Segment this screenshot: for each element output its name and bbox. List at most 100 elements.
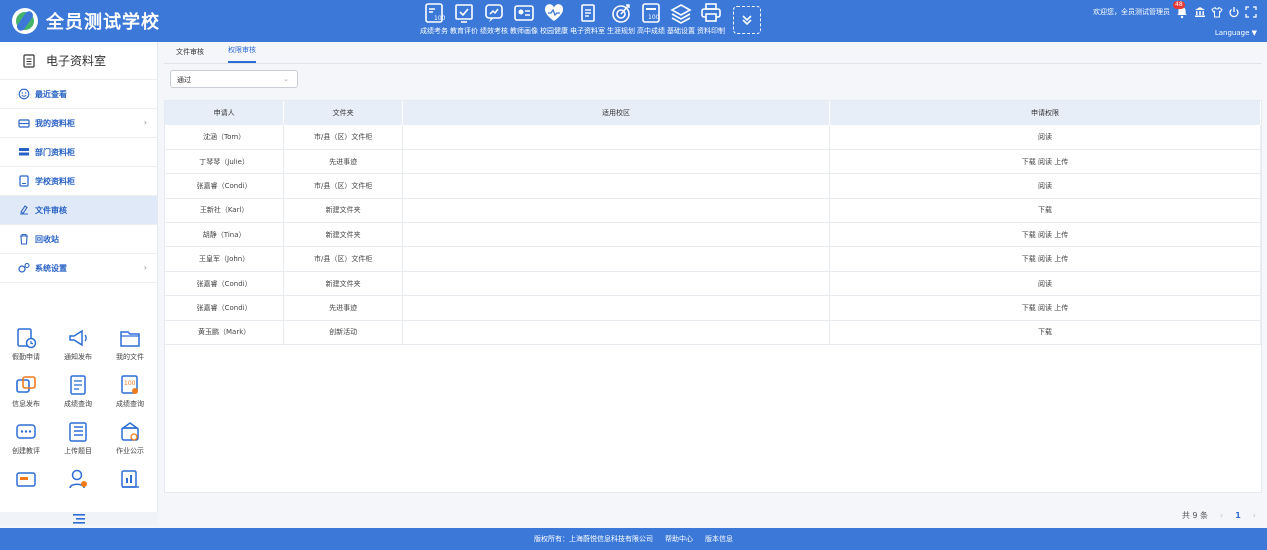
- nav-item-7[interactable]: 100 高中成绩: [637, 2, 665, 36]
- nav-item-5[interactable]: 电子资料室: [570, 2, 605, 36]
- quick-app-6[interactable]: 创建教评: [0, 421, 52, 456]
- next-page-button[interactable]: ›: [1253, 511, 1256, 520]
- notification-button[interactable]: 48: [1173, 1, 1189, 19]
- trash-icon: [18, 233, 30, 245]
- table-cell: 下载 阅读 上传: [829, 149, 1261, 175]
- nav-more-button[interactable]: [733, 6, 761, 34]
- table-cell: 丁琴琴（Julie）: [165, 149, 285, 175]
- quick-app-1[interactable]: 通知发布: [52, 327, 104, 362]
- nav-item-9[interactable]: 资料印制: [697, 2, 725, 36]
- table-cell: 下载 阅读 上传: [829, 222, 1261, 248]
- table-row[interactable]: 王新社（Karl） 新建文件夹 下载: [165, 198, 1261, 224]
- quick-app-3[interactable]: 信息发布: [0, 374, 52, 409]
- table-row[interactable]: 张嘉睿（Condi） 先进事迹 下载 阅读 上传: [165, 295, 1261, 321]
- nav-item-6[interactable]: 生涯规划: [607, 2, 635, 36]
- printer-icon: [700, 2, 722, 24]
- logo-icon: [12, 8, 38, 34]
- table-cell: 张嘉睿（Condi）: [165, 173, 285, 199]
- prev-page-button[interactable]: ‹: [1220, 511, 1223, 520]
- top-nav: 100 成绩考务 教育评价 绩效考核 教师画像 校园健康 电子资料室 生涯规划 100 高中成绩基…: [420, 2, 761, 36]
- quick-apps: 假勤申请 通知发布 我的文件信息发布 成绩查询 100 成绩查询创建教评 上传题目 作业公示: [0, 327, 158, 505]
- bank-icon[interactable]: [1194, 6, 1206, 18]
- table-cell: 市/县（区）文件柜: [283, 246, 404, 272]
- svg-text:100: 100: [648, 14, 660, 21]
- smile-icon: [18, 88, 30, 100]
- target-icon: [610, 2, 632, 24]
- quick-app-9[interactable]: [0, 468, 52, 493]
- sidebar-collapse-button[interactable]: [0, 512, 158, 526]
- table-row[interactable]: 黄玉鹏（Mark） 创新活动 下载: [165, 320, 1261, 346]
- sidebar-item-0[interactable]: 最近查看: [0, 80, 157, 109]
- cabinet-icon: [18, 117, 30, 129]
- status-filter-select[interactable]: 通过 ⌄: [170, 70, 298, 88]
- table-row[interactable]: 沈涵（Tom） 市/县（区）文件柜 阅读: [165, 125, 1261, 150]
- footer: 版权所有：上海蔚悦信息科技有限公司 帮助中心 版本信息: [0, 528, 1267, 550]
- nav-item-8[interactable]: 基础设置: [667, 2, 695, 36]
- nav-item-3[interactable]: 教师画像: [510, 2, 538, 36]
- sidebar-item-6[interactable]: 系统设置 ›: [0, 254, 157, 283]
- chat-bubble-icon: [15, 421, 37, 443]
- homework-icon: [119, 421, 141, 443]
- chevron-down-icon: ⌄: [283, 75, 289, 83]
- version-info-link[interactable]: 版本信息: [705, 534, 733, 544]
- quick-app-5[interactable]: 100 成绩查询: [104, 374, 156, 409]
- quick-app-10[interactable]: [52, 468, 104, 493]
- sidebar-item-1[interactable]: 我的资料柜 ›: [0, 109, 157, 138]
- nav-label: 绩效考核: [480, 27, 508, 35]
- table-row[interactable]: 丁琴琴（Julie） 先进事迹 下载 阅读 上传: [165, 149, 1261, 175]
- quick-app-0[interactable]: 假勤申请: [0, 327, 52, 362]
- tab-1[interactable]: 权限审核: [228, 45, 256, 63]
- table-row[interactable]: 王皇军（John） 市/县（区）文件柜 下载 阅读 上传: [165, 246, 1261, 272]
- help-center-link[interactable]: 帮助中心: [665, 534, 693, 544]
- sidebar-item-4[interactable]: 文件审核: [0, 196, 157, 225]
- top-bar: 全员测试学校 100 成绩考务 教育评价 绩效考核 教师画像 校园健康 电子资料室 生涯规划 1…: [0, 0, 1267, 42]
- sidebar: 电子资料室 最近查看 我的资料柜 › 部门资料柜 学校资料柜 文件审核 回收站 系统设置 › 假…: [0, 42, 158, 526]
- language-selector[interactable]: Language ▼: [1093, 29, 1257, 37]
- nav-item-0[interactable]: 100 成绩考务: [420, 2, 448, 36]
- quick-app-label: 上传题目: [64, 447, 92, 455]
- table-cell: [402, 271, 830, 297]
- notification-badge: 48: [1173, 1, 1185, 9]
- table-cell: [402, 173, 830, 199]
- sidebar-item-3[interactable]: 学校资料柜: [0, 167, 157, 196]
- table-row[interactable]: 张嘉睿（Condi） 新建文件夹 阅读: [165, 271, 1261, 297]
- server-icon: [18, 146, 30, 158]
- power-icon[interactable]: [1228, 6, 1240, 18]
- table-cell: 先进事迹: [283, 149, 404, 175]
- double-chevron-down-icon: [742, 15, 752, 26]
- shirt-icon[interactable]: [1211, 6, 1223, 18]
- quick-app-2[interactable]: 我的文件: [104, 327, 156, 362]
- list-upload-icon: [67, 421, 89, 443]
- school-logo[interactable]: 全员测试学校: [12, 8, 160, 34]
- table-cell: [402, 125, 830, 150]
- quick-app-label: 通知发布: [64, 353, 92, 361]
- table-cell: 下载 阅读 上传: [829, 295, 1261, 321]
- tab-0[interactable]: 文件审核: [176, 47, 214, 63]
- sidebar-item-2[interactable]: 部门资料柜: [0, 138, 157, 167]
- apps-row: 创建教评 上传题目 作业公示: [0, 421, 158, 456]
- table-row[interactable]: 张嘉睿（Condi） 市/县（区）文件柜 阅读: [165, 173, 1261, 199]
- language-label: Language: [1214, 29, 1250, 37]
- nav-item-4[interactable]: 校园健康: [540, 2, 568, 36]
- nav-item-1[interactable]: 教育评价: [450, 2, 478, 36]
- sidebar-item-5[interactable]: 回收站: [0, 225, 157, 254]
- quick-app-11[interactable]: [104, 468, 156, 493]
- nav-label: 基础设置: [667, 27, 695, 35]
- chart-chat-icon: [483, 2, 505, 24]
- quick-app-7[interactable]: 上传题目: [52, 421, 104, 456]
- chevron-right-icon: ›: [143, 118, 147, 127]
- table-cell: 张嘉睿（Condi）: [165, 295, 285, 321]
- table-row[interactable]: 胡静（Tina） 新建文件夹 下载 阅读 上传: [165, 222, 1261, 248]
- sidebar-menu: 最近查看 我的资料柜 › 部门资料柜 学校资料柜 文件审核 回收站 系统设置 ›: [0, 80, 157, 283]
- quick-app-label: 我的文件: [116, 353, 144, 361]
- table-cell: 阅读: [829, 173, 1261, 199]
- teacher-card-icon: [513, 2, 535, 24]
- tab-bar: 文件审核 权限审核: [164, 42, 1262, 64]
- fullscreen-icon[interactable]: [1245, 6, 1257, 18]
- table-cell: 张嘉睿（Condi）: [165, 271, 285, 297]
- quick-app-8[interactable]: 作业公示: [104, 421, 156, 456]
- nav-item-2[interactable]: 绩效考核: [480, 2, 508, 36]
- page-1-button[interactable]: 1: [1235, 511, 1241, 520]
- quick-app-4[interactable]: 成绩查询: [52, 374, 104, 409]
- quick-app-label: 创建教评: [12, 447, 40, 455]
